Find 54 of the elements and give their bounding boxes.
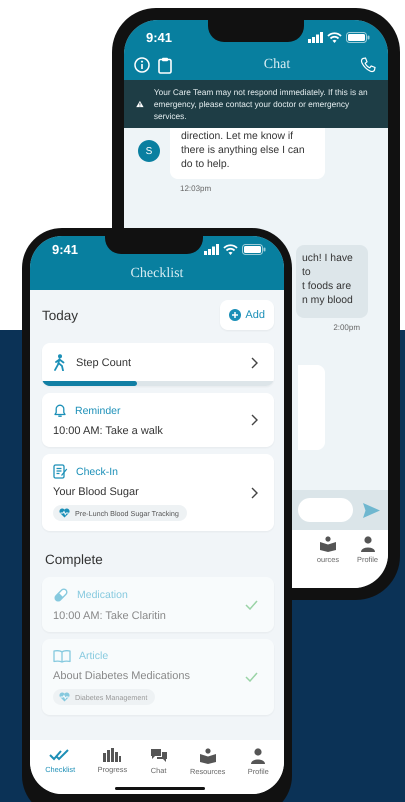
wifi-icon xyxy=(223,244,238,254)
heart-icon xyxy=(59,692,70,702)
category-label: Medication xyxy=(77,589,128,601)
chevron-right-icon xyxy=(251,356,258,368)
phone-icon[interactable] xyxy=(360,57,376,73)
double-check-icon xyxy=(49,748,72,762)
battery-icon xyxy=(346,32,370,42)
avatar: S xyxy=(138,140,160,162)
clipboard-pen-icon xyxy=(53,464,68,479)
task-card[interactable]: Reminder 10:00 AM: Take a walk xyxy=(42,393,274,447)
status-time: 9:41 xyxy=(52,242,78,256)
bell-icon xyxy=(53,403,67,418)
status-time: 9:41 xyxy=(146,30,172,44)
task-card[interactable]: Step Count xyxy=(42,343,274,386)
walking-person-icon xyxy=(53,354,65,371)
person-with-book-icon xyxy=(318,536,337,552)
open-book-icon xyxy=(53,649,71,663)
person-with-book-icon xyxy=(198,748,217,764)
screen-title: Chat xyxy=(264,57,290,73)
add-button[interactable]: Add xyxy=(220,300,274,330)
bar-chart-icon xyxy=(103,748,122,762)
notice-text: Your Care Team may not respond immediately. If this is an emergency, please contact your doctor or emergency services. xyxy=(154,86,369,122)
signal-icon xyxy=(204,244,219,254)
chat-bubbles-icon xyxy=(150,748,168,763)
task-card[interactable]: Medication 10:00 AM: Take Claritin xyxy=(42,577,274,632)
task-title: About Diabetes Medications xyxy=(53,670,190,682)
message-text: direction. Let me know if there is anything else I can do to help. xyxy=(181,130,306,172)
section-heading: Today xyxy=(42,308,78,322)
signal-icon xyxy=(308,32,323,42)
message-text: uch! I have to t foods are n my blood xyxy=(302,252,354,308)
clipboard-icon[interactable] xyxy=(158,56,172,74)
check-icon xyxy=(245,600,258,610)
message-time: 12:03pm xyxy=(179,184,212,193)
category-label: Article xyxy=(79,650,108,662)
task-title: 10:00 AM: Take Claritin xyxy=(53,610,166,622)
task-title: 10:00 AM: Take a walk xyxy=(53,425,163,437)
section-heading: Complete xyxy=(45,550,104,569)
battery-icon xyxy=(242,244,266,254)
task-title: Your Blood Sugar xyxy=(53,486,140,498)
chevron-right-icon xyxy=(251,414,258,426)
category-label: Reminder xyxy=(75,404,121,416)
screen-title: Checklist xyxy=(130,266,184,282)
task-title: Step Count xyxy=(76,356,132,368)
heart-icon xyxy=(59,508,70,518)
info-icon[interactable] xyxy=(134,57,150,73)
message-time: 2:00pm xyxy=(332,323,361,332)
plus-circle-icon xyxy=(229,309,242,321)
person-icon xyxy=(250,748,266,764)
person-icon xyxy=(360,536,376,552)
chevron-right-icon xyxy=(251,486,258,498)
check-icon xyxy=(245,672,258,682)
category-label: Check-In xyxy=(76,466,118,478)
wifi-icon xyxy=(327,32,342,42)
message-field[interactable] xyxy=(298,498,353,522)
